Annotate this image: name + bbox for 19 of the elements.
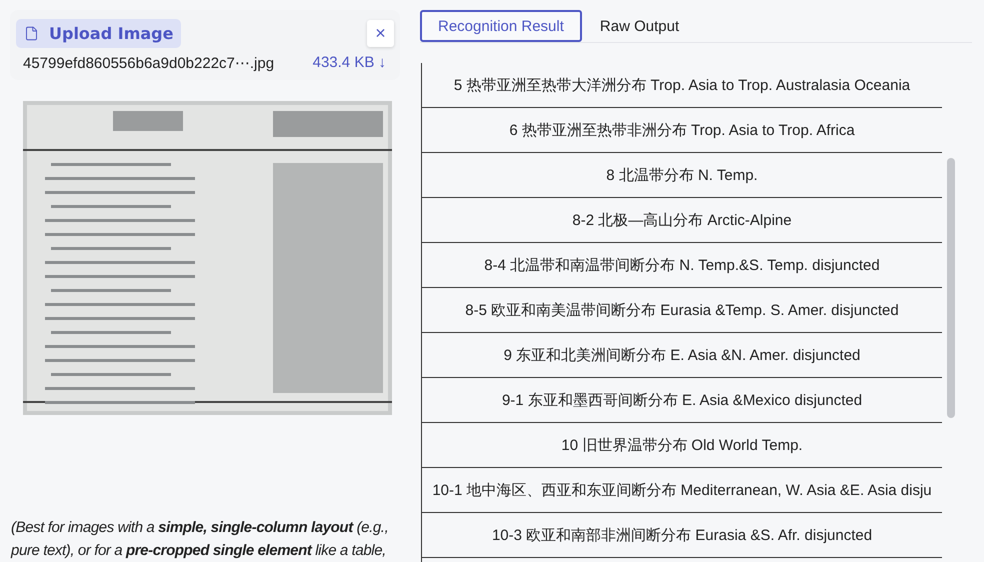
close-button[interactable]: × (367, 20, 394, 47)
table-cell: 10-3 欧亚和南部非洲间断分布 Eurasia &S. Afr. disjuncted (492, 526, 872, 544)
usage-note: (Best for images with a simple, single-column layout (e.g., pure text), or for a pre-cropped single element like a table, (10, 518, 390, 561)
table-cell: 8-4 北温带和南温带间断分布 N. Temp.&S. Temp. disjuncted (484, 256, 880, 274)
file-icon (24, 26, 39, 41)
table-cell: 8-2 北极—高山分布 Arctic-Alpine (572, 210, 792, 230)
tab[interactable]: Raw Output (582, 10, 698, 42)
table-cell: 10-1 地中海区、西亚和东亚间断分布 Mediterranean, W. Asia &E. Asia disju (432, 480, 932, 500)
table-cell: 10 旧世界温带分布 Old World Temp. (561, 436, 803, 454)
table-cell: 9-1 东亚和墨西哥间断分布 E. Asia &Mexico disjuncted (502, 390, 862, 410)
table-cell: 8-5 欧亚和南美温带间断分布 Eurasia &Temp. S. Amer. disjuncted (465, 300, 899, 320)
upload-button[interactable]: Upload Image (16, 19, 182, 48)
table-cell: 5 热带亚洲至热带大洋洲分布 Trop. Asia to Trop. Australasia Oceania (454, 76, 910, 94)
table-cell: 6 热带亚洲至热带非洲分布 Trop. Asia to Trop. Africa (509, 120, 855, 140)
table-cell: 9 东亚和北美洲间断分布 E. Asia &N. Amer. disjuncted (504, 346, 860, 364)
download-link[interactable]: 433.4 KB ↓ (312, 54, 386, 72)
file-name: 45799efd860556b6a9d0b222c7⋯.jpg (23, 54, 274, 72)
table-cell: 8 北温带分布 N. Temp. (606, 166, 758, 184)
tab[interactable]: Recognition Result (420, 10, 582, 42)
